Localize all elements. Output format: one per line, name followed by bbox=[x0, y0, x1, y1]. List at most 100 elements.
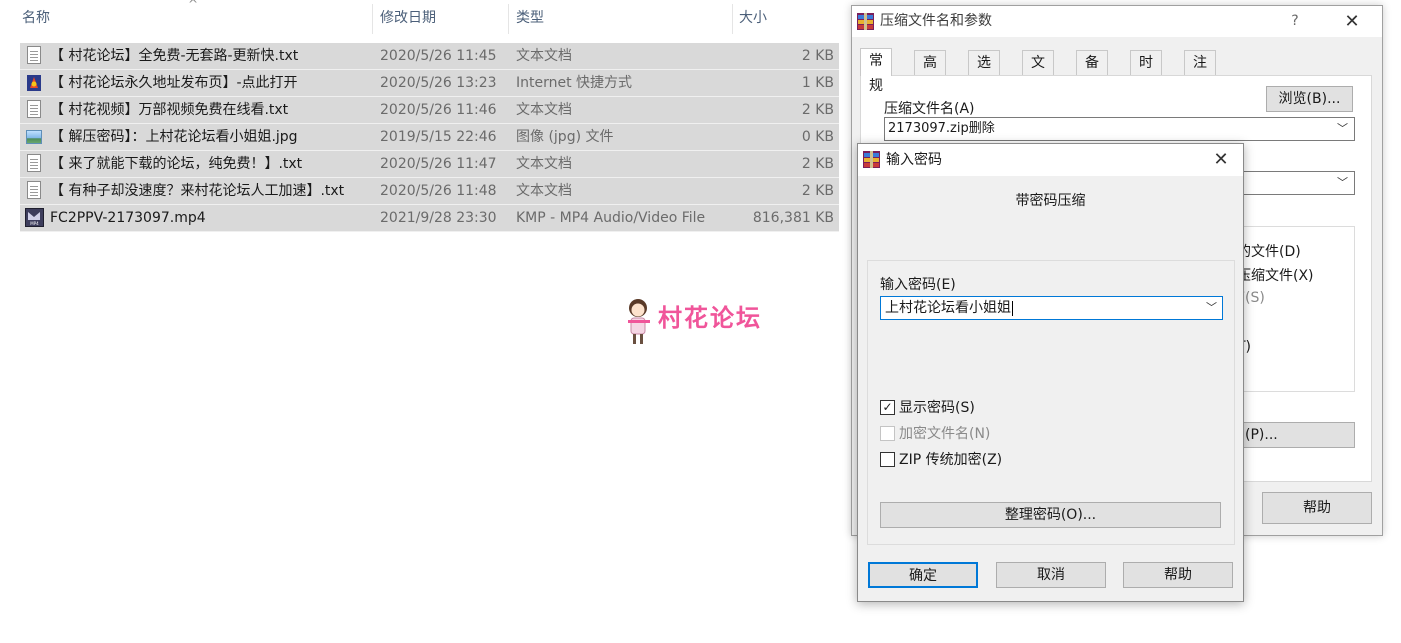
encrypt-filenames-checkbox[interactable]: 加密文件名(N) bbox=[880, 425, 1080, 443]
organize-passwords-button[interactable]: 整理密码(O)... bbox=[880, 502, 1221, 528]
option-create-sfx-label[interactable]: 压缩文件(X) bbox=[1237, 265, 1314, 285]
file-name: 【 村花论坛】全免费-无套路-更新快.txt bbox=[50, 48, 299, 64]
checkmark-icon: ✓ bbox=[880, 400, 895, 415]
file-name: 【 村花论坛永久地址发布页】-点此打开 bbox=[50, 75, 298, 91]
image-file-icon bbox=[26, 128, 42, 148]
watermark-logo: 村花论坛 bbox=[622, 296, 782, 352]
zip-legacy-encryption-label: ZIP 传统加密(Z) bbox=[899, 452, 1003, 468]
dialog-heading: 带密码压缩 bbox=[1015, 193, 1086, 209]
file-size: 0 KB bbox=[801, 129, 834, 145]
password-input[interactable]: 上村花论坛看小姐姐 ﹀ bbox=[880, 296, 1223, 320]
file-size: 2 KB bbox=[801, 48, 834, 64]
file-size: 2 KB bbox=[801, 183, 834, 199]
file-date: 2019/5/15 22:46 bbox=[380, 129, 497, 145]
archive-name-field[interactable]: 2173097.zip删除 ﹀ bbox=[884, 117, 1355, 141]
column-header-bar: ^ 名称 修改日期 类型 大小 bbox=[0, 0, 850, 36]
option-delete-files-label[interactable]: 的文件(D) bbox=[1237, 241, 1301, 261]
text-file-icon bbox=[27, 46, 43, 66]
show-password-label: 显示密码(S) bbox=[899, 400, 975, 416]
encrypt-filenames-label: 加密文件名(N) bbox=[899, 426, 991, 442]
cartoon-girl-icon bbox=[628, 299, 650, 344]
text-file-icon bbox=[27, 181, 43, 201]
tab-options[interactable]: 选项 bbox=[968, 50, 1000, 96]
close-icon[interactable]: ✕ bbox=[1332, 6, 1372, 37]
file-size: 1 KB bbox=[801, 75, 834, 91]
file-row[interactable]: 【 村花论坛】全免费-无套路-更新快.txt 2020/5/26 11:45 文… bbox=[20, 43, 839, 70]
tab-advanced[interactable]: 高级 bbox=[914, 50, 946, 96]
archive-name-label: 压缩文件名(A) bbox=[884, 101, 975, 117]
file-size: 2 KB bbox=[801, 102, 834, 118]
file-date: 2020/5/26 11:45 bbox=[380, 48, 497, 64]
file-name: FC2PPV-2173097.mp4 bbox=[50, 210, 206, 226]
password-value: 上村花论坛看小姐姐 bbox=[885, 300, 1011, 316]
column-header-date[interactable]: 修改日期 bbox=[376, 0, 506, 36]
chevron-down-icon[interactable]: ﹀ bbox=[1206, 297, 1217, 319]
file-list: 【 村花论坛】全免费-无套路-更新快.txt 2020/5/26 11:45 文… bbox=[20, 43, 839, 232]
file-type: 文本文档 bbox=[516, 102, 572, 118]
dialog-title: 输入密码 bbox=[886, 152, 942, 168]
text-file-icon bbox=[27, 154, 43, 174]
column-divider[interactable] bbox=[732, 4, 733, 34]
chevron-down-icon[interactable]: ﹀ bbox=[1337, 172, 1348, 194]
watermark-text: 村花论坛 bbox=[658, 304, 762, 332]
file-date: 2020/5/26 13:23 bbox=[380, 75, 497, 91]
zip-legacy-encryption-checkbox[interactable]: ZIP 传统加密(Z) bbox=[880, 451, 1080, 469]
video-file-icon: MP4 bbox=[25, 208, 44, 228]
title-bar[interactable]: 输入密码 ✕ bbox=[858, 144, 1243, 176]
tab-backup[interactable]: 备份 bbox=[1076, 50, 1108, 96]
file-row[interactable]: MP4 FC2PPV-2173097.mp4 2021/9/28 23:30 K… bbox=[20, 205, 839, 232]
tab-time[interactable]: 时间 bbox=[1130, 50, 1162, 96]
file-row[interactable]: 【 村花视频】万部视频免费在线看.txt 2020/5/26 11:46 文本文… bbox=[20, 97, 839, 124]
file-name: 【 有种子却没速度？来村花论坛人工加速】.txt bbox=[50, 183, 345, 199]
winrar-icon bbox=[863, 151, 880, 168]
file-explorer: ^ 名称 修改日期 类型 大小 【 村花论坛】全免费-无套路-更新快.txt 2… bbox=[0, 0, 850, 643]
close-icon[interactable]: ✕ bbox=[1209, 144, 1233, 176]
password-label: 输入密码(E) bbox=[880, 277, 956, 293]
file-name: 【 解压密码】：上村花论坛看小姐姐.jpg bbox=[50, 129, 298, 145]
file-size: 816,381 KB bbox=[752, 210, 834, 226]
checkbox-box bbox=[880, 426, 895, 441]
column-header-size[interactable]: 大小 bbox=[735, 0, 835, 36]
text-cursor bbox=[1012, 300, 1013, 316]
file-type: KMP - MP4 Audio/Video File bbox=[516, 210, 706, 226]
help-button[interactable]: 帮助 bbox=[1262, 492, 1372, 524]
file-type: Internet 快捷方式 bbox=[516, 75, 633, 91]
winrar-icon bbox=[857, 13, 874, 30]
column-divider[interactable] bbox=[508, 4, 509, 34]
checkbox-box bbox=[880, 452, 895, 467]
file-name: 【 村花视频】万部视频免费在线看.txt bbox=[50, 102, 289, 118]
file-row[interactable]: 【 村花论坛永久地址发布页】-点此打开 2020/5/26 13:23 Inte… bbox=[20, 70, 839, 97]
file-type: 文本文档 bbox=[516, 48, 572, 64]
file-date: 2020/5/26 11:47 bbox=[380, 156, 497, 172]
chevron-down-icon[interactable]: ﹀ bbox=[1337, 118, 1348, 140]
tab-comment[interactable]: 注释 bbox=[1184, 50, 1216, 96]
file-row[interactable]: 【 来了就能下载的论坛，纯免费！】.txt 2020/5/26 11:47 文本… bbox=[20, 151, 839, 178]
internet-shortcut-icon bbox=[26, 74, 42, 94]
dialog-title: 压缩文件名和参数 bbox=[880, 13, 992, 29]
column-header-type[interactable]: 类型 bbox=[512, 0, 732, 36]
show-password-checkbox[interactable]: ✓ 显示密码(S) bbox=[880, 399, 1080, 417]
file-date: 2020/5/26 11:48 bbox=[380, 183, 497, 199]
tab-files[interactable]: 文件 bbox=[1022, 50, 1054, 96]
ok-button[interactable]: 确定 bbox=[868, 562, 978, 588]
tab-general[interactable]: 常规 bbox=[860, 48, 892, 94]
file-row[interactable]: 【 解压密码】：上村花论坛看小姐姐.jpg 2019/5/15 22:46 图像… bbox=[20, 124, 839, 151]
file-type: 图像 (jpg) 文件 bbox=[516, 129, 614, 145]
browse-button[interactable]: 浏览(B)... bbox=[1266, 86, 1353, 112]
file-date: 2020/5/26 11:46 bbox=[380, 102, 497, 118]
title-bar[interactable]: 压缩文件名和参数 ? ✕ bbox=[852, 6, 1382, 37]
text-file-icon bbox=[27, 100, 43, 120]
file-type: 文本文档 bbox=[516, 183, 572, 199]
help-icon[interactable]: ? bbox=[1280, 6, 1310, 37]
column-header-name[interactable]: 名称 bbox=[18, 0, 368, 36]
archive-name-value: 2173097.zip删除 bbox=[888, 121, 995, 136]
file-name: 【 来了就能下载的论坛，纯免费！】.txt bbox=[50, 156, 303, 172]
file-row[interactable]: 【 有种子却没速度？来村花论坛人工加速】.txt 2020/5/26 11:48… bbox=[20, 178, 839, 205]
svg-text:MP4: MP4 bbox=[30, 221, 39, 226]
help-button[interactable]: 帮助 bbox=[1123, 562, 1233, 588]
file-type: 文本文档 bbox=[516, 156, 572, 172]
column-divider[interactable] bbox=[372, 4, 373, 34]
enter-password-dialog: 输入密码 ✕ 带密码压缩 输入密码(E) 上村花论坛看小姐姐 ﹀ ✓ 显示密码(… bbox=[857, 143, 1244, 602]
file-size: 2 KB bbox=[801, 156, 834, 172]
cancel-button[interactable]: 取消 bbox=[996, 562, 1106, 588]
